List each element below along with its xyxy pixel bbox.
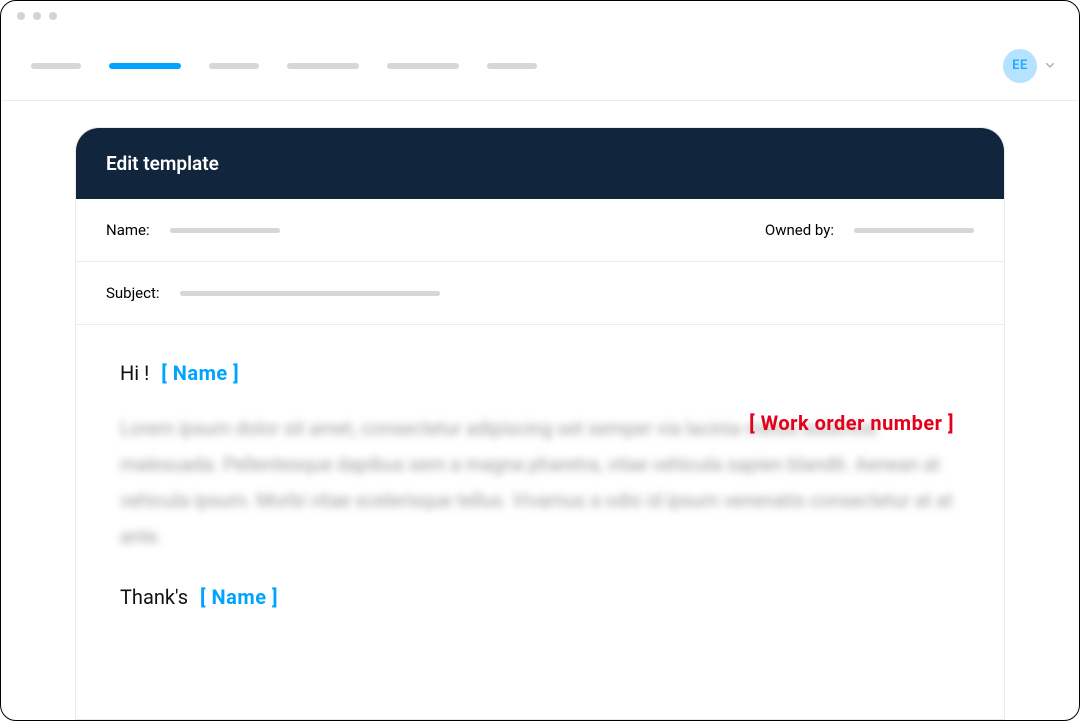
nav-tab-active[interactable]: [109, 63, 181, 69]
name-owned-row: Name: Owned by:: [76, 199, 1004, 262]
greeting-line: Hi ! [ Name ]: [120, 361, 960, 385]
body-paragraph-wrap: Lorem ipsum dolor sit amet, consectetur …: [120, 411, 960, 555]
subject-input[interactable]: [180, 291, 440, 296]
chevron-down-icon[interactable]: [1045, 61, 1055, 71]
owned-by-label: Owned by:: [765, 221, 834, 239]
card-title: Edit template: [76, 128, 1004, 199]
nav-tab[interactable]: [487, 63, 537, 69]
nav-tab[interactable]: [209, 63, 259, 69]
window-dot: [33, 12, 41, 20]
content-area: Edit template Name: Owned by: Subject:: [1, 101, 1079, 720]
window-chrome: [1, 1, 1079, 31]
header-bar: EE: [1, 31, 1079, 101]
browser-window: EE Edit template Name: Owned by:: [0, 0, 1080, 721]
nav-tab[interactable]: [287, 63, 359, 69]
window-dot: [49, 12, 57, 20]
nav-tab[interactable]: [387, 63, 459, 69]
owned-by-field: Owned by:: [765, 221, 974, 239]
avatar[interactable]: EE: [1003, 49, 1037, 83]
name-label: Name:: [106, 221, 150, 239]
work-order-merge-tag[interactable]: [ Work order number ]: [749, 411, 954, 435]
window-dot: [17, 12, 25, 20]
name-merge-tag[interactable]: [ Name ]: [200, 585, 278, 609]
name-merge-tag[interactable]: [ Name ]: [161, 361, 239, 385]
closing-text: Thank's: [120, 585, 188, 609]
template-card: Edit template Name: Owned by: Subject:: [75, 127, 1005, 720]
header-right: EE: [1003, 49, 1055, 83]
subject-field: Subject:: [106, 284, 440, 302]
name-input[interactable]: [170, 228, 280, 233]
greeting-text: Hi !: [120, 361, 149, 385]
name-field: Name:: [106, 221, 280, 239]
closing-line: Thank's [ Name ]: [120, 585, 960, 609]
owned-by-input[interactable]: [854, 228, 974, 233]
subject-row: Subject:: [76, 262, 1004, 325]
template-body[interactable]: Hi ! [ Name ] Lorem ipsum dolor sit amet…: [76, 325, 1004, 719]
nav-tabs: [31, 63, 537, 69]
subject-label: Subject:: [106, 284, 160, 302]
nav-tab[interactable]: [31, 63, 81, 69]
